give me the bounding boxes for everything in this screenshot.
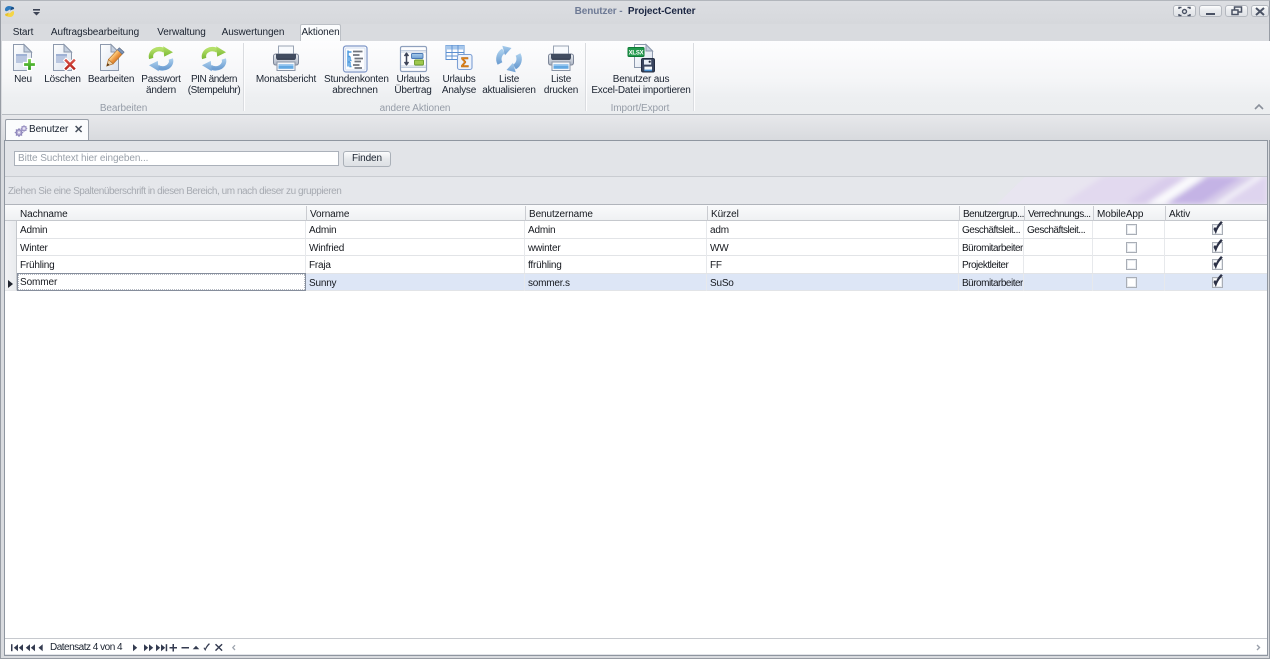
svg-text:XLSX: XLSX xyxy=(629,51,644,57)
svg-text:Σ: Σ xyxy=(461,55,469,70)
